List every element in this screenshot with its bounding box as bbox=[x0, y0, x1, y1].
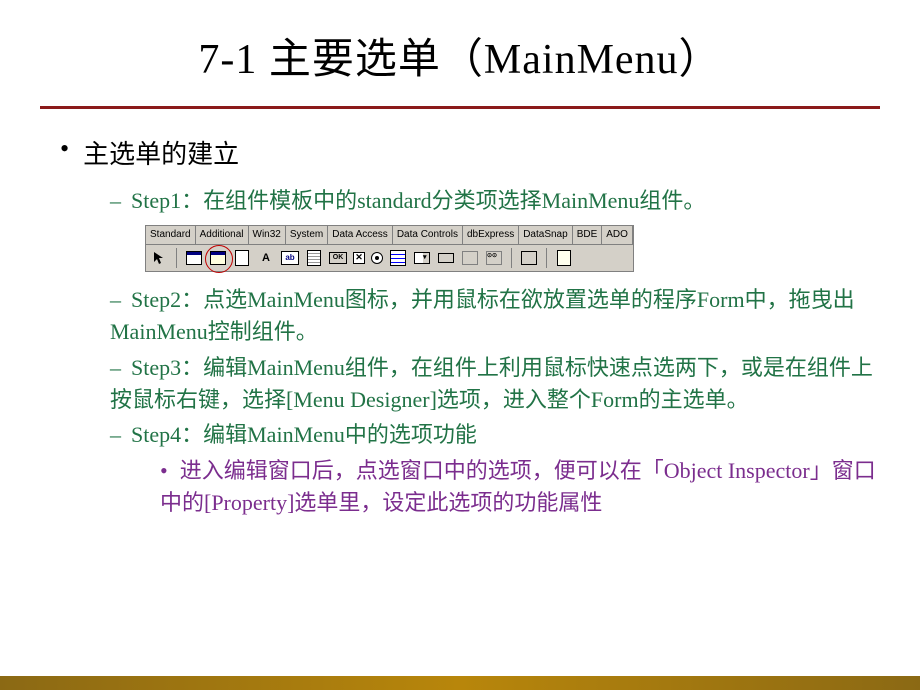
slide: 7-1 主要选单（MainMenu） • 主选单的建立 – Step1：在组件模… bbox=[0, 0, 920, 519]
bullet-dot: • bbox=[160, 455, 168, 487]
separator-icon bbox=[546, 248, 547, 268]
heading-text: 主选单的建立 bbox=[83, 140, 239, 169]
frames-icon[interactable] bbox=[185, 249, 203, 267]
actionlist-icon[interactable] bbox=[555, 249, 573, 267]
step3: – Step3：编辑MainMenu组件，在组件上利用鼠标快速点选两下，或是在组… bbox=[110, 352, 880, 416]
tab-dbexpress[interactable]: dbExpress bbox=[463, 226, 519, 244]
step4-text: 编辑MainMenu中的选项功能 bbox=[203, 422, 477, 447]
toolbar-screenshot: Standard Additional Win32 System Data Ac… bbox=[145, 225, 880, 272]
groupbox-icon[interactable] bbox=[461, 249, 479, 267]
dash-icon: – bbox=[110, 284, 121, 316]
tab-additional[interactable]: Additional bbox=[196, 226, 249, 244]
palette-icons: A ab OK ✕ ▾ ⊙⊙ bbox=[146, 245, 633, 271]
step1: – Step1：在组件模板中的standard分类项选择MainMenu组件。 bbox=[110, 185, 880, 217]
tab-win32[interactable]: Win32 bbox=[249, 226, 286, 244]
cursor-icon[interactable] bbox=[150, 249, 168, 267]
bottom-bar bbox=[0, 676, 920, 690]
tab-dataaccess[interactable]: Data Access bbox=[328, 226, 393, 244]
step1-text: 在组件模板中的standard分类项选择MainMenu组件。 bbox=[203, 188, 705, 213]
content-area: • 主选单的建立 – Step1：在组件模板中的standard分类项选择Mai… bbox=[40, 134, 880, 519]
checkbox-icon[interactable]: ✕ bbox=[353, 252, 365, 264]
dash-icon: – bbox=[110, 185, 121, 217]
separator-icon bbox=[511, 248, 512, 268]
step4: – Step4：编辑MainMenu中的选项功能 bbox=[110, 419, 880, 451]
step3-text: 编辑MainMenu组件，在组件上利用鼠标快速点选两下，或是在组件上按鼠标右键，… bbox=[110, 355, 873, 412]
tab-system[interactable]: System bbox=[286, 226, 328, 244]
palette-tabs: Standard Additional Win32 System Data Ac… bbox=[146, 226, 633, 245]
bullet-level1: • 主选单的建立 bbox=[60, 134, 880, 171]
component-palette: Standard Additional Win32 System Data Ac… bbox=[145, 225, 634, 272]
step1-label: Step1： bbox=[131, 188, 203, 213]
popupmenu-icon[interactable] bbox=[233, 249, 251, 267]
panel-icon[interactable] bbox=[520, 249, 538, 267]
tab-datacontrols[interactable]: Data Controls bbox=[393, 226, 463, 244]
tab-datasnap[interactable]: DataSnap bbox=[519, 226, 572, 244]
radiobutton-icon[interactable] bbox=[371, 252, 383, 264]
radiogroup-icon[interactable]: ⊙⊙ bbox=[485, 249, 503, 267]
title-divider bbox=[40, 106, 880, 109]
combobox-icon[interactable]: ▾ bbox=[413, 249, 431, 267]
step4-sub-text: 进入编辑窗口后，点选窗口中的选项，便可以在「Object Inspector」窗… bbox=[160, 458, 876, 515]
step2-label: Step2： bbox=[131, 287, 203, 312]
label-icon[interactable]: A bbox=[257, 249, 275, 267]
mainmenu-icon[interactable] bbox=[209, 249, 227, 267]
separator-icon bbox=[176, 248, 177, 268]
tab-ado[interactable]: ADO bbox=[602, 226, 633, 244]
tab-standard[interactable]: Standard bbox=[146, 226, 196, 244]
step4-label: Step4： bbox=[131, 422, 203, 447]
bullet-dot: • bbox=[60, 134, 69, 164]
slide-title: 7-1 主要选单（MainMenu） bbox=[40, 25, 880, 86]
button-icon[interactable]: OK bbox=[329, 252, 347, 264]
edit-icon[interactable]: ab bbox=[281, 251, 299, 265]
step2: – Step2：点选MainMenu图标，并用鼠标在欲放置选单的程序Form中，… bbox=[110, 284, 880, 348]
tab-bde[interactable]: BDE bbox=[573, 226, 603, 244]
listbox-icon[interactable] bbox=[389, 249, 407, 267]
dash-icon: – bbox=[110, 352, 121, 384]
step3-label: Step3： bbox=[131, 355, 203, 380]
step2-text: 点选MainMenu图标，并用鼠标在欲放置选单的程序Form中，拖曳出MainM… bbox=[110, 287, 855, 344]
step4-sub: • 进入编辑窗口后，点选窗口中的选项，便可以在「Object Inspector… bbox=[160, 455, 880, 519]
memo-icon[interactable] bbox=[305, 249, 323, 267]
scrollbar-icon[interactable] bbox=[437, 249, 455, 267]
dash-icon: – bbox=[110, 419, 121, 451]
